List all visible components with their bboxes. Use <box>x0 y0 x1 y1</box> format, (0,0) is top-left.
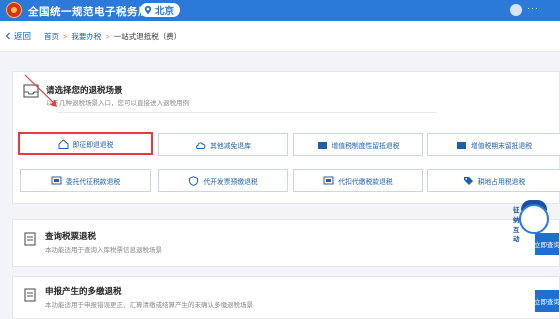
screen-icon <box>51 176 62 184</box>
option-entrusted-collection[interactable]: 委托代征税款退税 <box>20 169 151 192</box>
back-arrow-icon <box>5 32 10 40</box>
refund-scenario-card: 请选择您的退税场景 以下几种退税场景入口，您可以直接进入退税用例 即征即退退税 … <box>12 71 560 204</box>
option-invoice-prepaid[interactable]: 代开发票预缴退税 <box>158 169 288 192</box>
option-other-reduction[interactable]: 其他减免退库 <box>158 133 288 156</box>
overpaid-refund-card: 申报产生的多缴退税 本功能适用于申报错误更正、汇算清缴或结算产生的未确认多缴退税… <box>12 276 560 319</box>
interaction-mascot[interactable]: 征 纳 互 动 <box>513 196 560 243</box>
shield-icon <box>189 175 199 186</box>
document-icon <box>24 232 36 246</box>
cloud-icon <box>196 141 206 149</box>
overpaid-query-button[interactable]: 立即查询 <box>535 290 559 312</box>
divider <box>57 112 437 113</box>
query-refund-card: 查询税票退税 本功能适用于查询入库税票信息退税场景 立即查询 <box>12 219 560 267</box>
option-vat-institutional[interactable]: 增值税制度性留抵退税 <box>293 133 423 156</box>
region-selector[interactable]: 北京 <box>140 3 181 17</box>
option-immediate-refund[interactable]: 即征即退退税 <box>18 132 153 155</box>
user-avatar[interactable] <box>510 4 522 16</box>
house-icon <box>58 138 69 149</box>
breadcrumb-separator: > <box>105 32 110 41</box>
overpaid-title: 申报产生的多缴退税 <box>45 286 122 296</box>
option-farmland-tax[interactable]: 耕地占用税退税 <box>427 169 560 192</box>
app-title: 全国统一规范电子税务局 <box>28 6 149 18</box>
option-vat-period-end[interactable]: 增值税期末留抵退税 <box>427 133 560 156</box>
tax-emblem-icon <box>6 2 22 18</box>
breadcrumb-current: 一站式退抵税（费） <box>113 32 182 41</box>
scenario-description: 以下几种退税场景入口，您可以直接进入退税用例 <box>46 100 189 107</box>
location-pin-icon <box>144 5 152 15</box>
breadcrumb-tax-services[interactable]: 我要办税 <box>71 31 101 42</box>
pointer-arrow-icon <box>24 74 57 107</box>
back-button[interactable]: 返回 <box>4 30 31 42</box>
breadcrumb-separator: > <box>63 32 68 41</box>
screen-icon <box>323 176 334 184</box>
breadcrumb-home[interactable]: 首页 <box>44 31 59 42</box>
overpaid-description: 本功能适用于申报错误更正、汇算清缴或结算产生的未确认多缴退税场景 <box>45 302 253 309</box>
region-label: 北京 <box>155 6 175 17</box>
card-icon <box>317 141 327 149</box>
document-icon <box>24 288 36 302</box>
option-withholding[interactable]: 代扣代缴税款退税 <box>293 169 423 192</box>
card-icon <box>456 141 466 149</box>
back-label: 返回 <box>14 31 32 41</box>
breadcrumb: 首页 > 我要办税 > 一站式退抵税（费） <box>44 31 181 42</box>
top-header: 全国统一规范电子税务局 北京 ··· <box>0 0 560 21</box>
mascot-face <box>519 204 549 234</box>
query-title: 查询税票退税 <box>45 231 97 241</box>
user-menu[interactable]: ··· <box>527 3 539 13</box>
breadcrumb-bar: 返回 首页 > 我要办税 > 一站式退抵税（费） <box>0 21 560 52</box>
query-description: 本功能适用于查询入库税票信息退税场景 <box>45 247 162 254</box>
tag-icon <box>463 176 473 185</box>
